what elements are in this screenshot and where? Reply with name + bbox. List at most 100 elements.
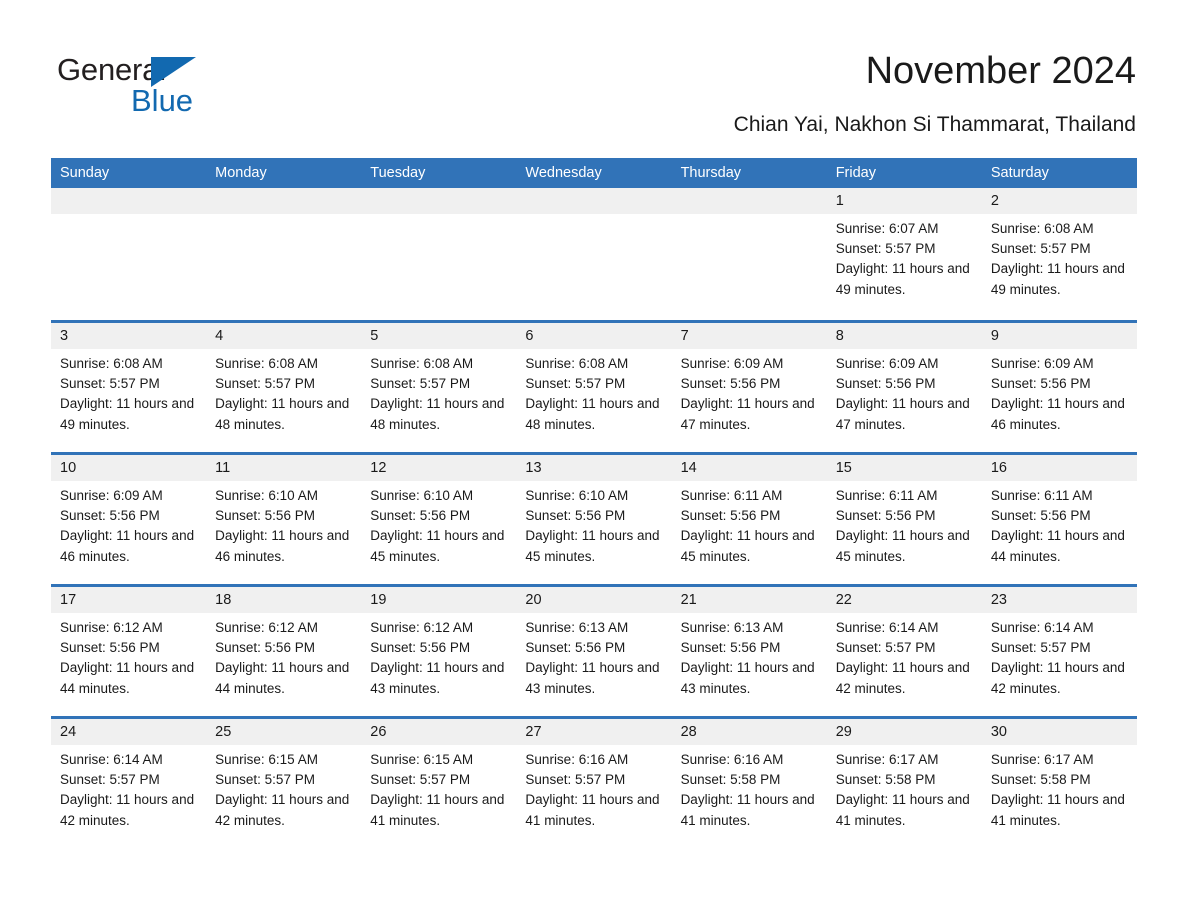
calendar-day-cell[interactable]: 8 Sunrise: 6:09 AM Sunset: 5:56 PM Dayli…	[826, 323, 982, 452]
daylight-text: Daylight: 11 hours and 41 minutes.	[835, 792, 970, 828]
sunset-text: Sunset: 5:57 PM	[370, 772, 471, 788]
daylight-text: Daylight: 11 hours and 47 minutes.	[835, 396, 970, 432]
day-details: Sunrise: 6:11 AM Sunset: 5:56 PM Dayligh…	[827, 481, 982, 567]
calendar-day-cell[interactable]: 17 Sunrise: 6:12 AM Sunset: 5:56 PM Dayl…	[51, 587, 207, 716]
calendar-day-cell[interactable]: 9 Sunrise: 6:09 AM Sunset: 5:56 PM Dayli…	[981, 323, 1137, 452]
calendar-day-cell[interactable]: 19 Sunrise: 6:12 AM Sunset: 5:56 PM Dayl…	[361, 587, 517, 716]
daylight-text: Daylight: 11 hours and 47 minutes.	[680, 396, 815, 432]
day-details: Sunrise: 6:09 AM Sunset: 5:56 PM Dayligh…	[672, 349, 827, 435]
sunset-text: Sunset: 5:57 PM	[60, 772, 160, 788]
calendar-day-cell[interactable]: 2 Sunrise: 6:08 AM Sunset: 5:57 PM Dayli…	[981, 188, 1137, 320]
calendar-day-cell[interactable]: 23 Sunrise: 6:14 AM Sunset: 5:57 PM Dayl…	[981, 587, 1137, 716]
day-number: 27	[516, 719, 672, 745]
day-number: 4	[206, 323, 362, 349]
weekday-header-wednesday: Wednesday	[525, 165, 602, 181]
day-number: 28	[671, 719, 827, 745]
sunrise-text: Sunrise: 6:10 AM	[370, 488, 474, 503]
daylight-text: Daylight: 11 hours and 42 minutes.	[60, 792, 195, 828]
day-details: Sunrise: 6:09 AM Sunset: 5:56 PM Dayligh…	[51, 481, 206, 567]
daylight-text: Daylight: 11 hours and 44 minutes.	[60, 660, 195, 696]
day-details: Sunrise: 6:10 AM Sunset: 5:56 PM Dayligh…	[206, 481, 361, 567]
sunrise-text: Sunrise: 6:11 AM	[835, 488, 938, 503]
daylight-text: Daylight: 11 hours and 43 minutes.	[370, 660, 505, 696]
calendar-day-cell[interactable]	[361, 188, 517, 320]
calendar-day-cell[interactable]	[516, 188, 672, 320]
day-number: 9	[981, 323, 1137, 349]
daylight-text: Daylight: 11 hours and 42 minutes.	[835, 660, 970, 696]
calendar-day-cell[interactable]	[206, 188, 362, 320]
sunset-text: Sunset: 5:57 PM	[835, 640, 936, 656]
sunset-text: Sunset: 5:57 PM	[215, 772, 315, 788]
day-details: Sunrise: 6:17 AM Sunset: 5:58 PM Dayligh…	[827, 745, 982, 831]
calendar-day-cell[interactable]: 14 Sunrise: 6:11 AM Sunset: 5:56 PM Dayl…	[671, 455, 827, 584]
daylight-text: Daylight: 11 hours and 45 minutes.	[525, 528, 660, 564]
sunset-text: Sunset: 5:58 PM	[835, 772, 936, 788]
sunset-text: Sunset: 5:56 PM	[680, 376, 781, 392]
calendar-day-cell[interactable]: 6 Sunrise: 6:08 AM Sunset: 5:57 PM Dayli…	[516, 323, 672, 452]
calendar-day-cell[interactable]: 18 Sunrise: 6:12 AM Sunset: 5:56 PM Dayl…	[206, 587, 362, 716]
calendar-day-cell[interactable]: 28 Sunrise: 6:16 AM Sunset: 5:58 PM Dayl…	[671, 719, 827, 848]
sunset-text: Sunset: 5:56 PM	[990, 376, 1091, 392]
day-number	[671, 188, 827, 214]
calendar-day-cell[interactable]: 15 Sunrise: 6:11 AM Sunset: 5:56 PM Dayl…	[826, 455, 982, 584]
daylight-text: Daylight: 11 hours and 44 minutes.	[215, 660, 350, 696]
sunset-text: Sunset: 5:56 PM	[60, 508, 160, 524]
calendar-day-cell[interactable]: 11 Sunrise: 6:10 AM Sunset: 5:56 PM Dayl…	[206, 455, 362, 584]
calendar-day-cell[interactable]: 29 Sunrise: 6:17 AM Sunset: 5:58 PM Dayl…	[826, 719, 982, 848]
day-number: 25	[206, 719, 362, 745]
calendar-day-cell[interactable]: 12 Sunrise: 6:10 AM Sunset: 5:56 PM Dayl…	[361, 455, 517, 584]
day-details: Sunrise: 6:08 AM Sunset: 5:57 PM Dayligh…	[51, 349, 206, 435]
sunrise-text: Sunrise: 6:12 AM	[215, 620, 318, 635]
sunset-text: Sunset: 5:57 PM	[835, 241, 936, 257]
sunset-text: Sunset: 5:56 PM	[680, 640, 781, 656]
calendar-day-cell[interactable]: 22 Sunrise: 6:14 AM Sunset: 5:57 PM Dayl…	[826, 587, 982, 716]
day-number: 20	[516, 587, 672, 613]
day-details: Sunrise: 6:15 AM Sunset: 5:57 PM Dayligh…	[361, 745, 516, 831]
daylight-text: Daylight: 11 hours and 43 minutes.	[525, 660, 660, 696]
daylight-text: Daylight: 11 hours and 49 minutes.	[990, 261, 1125, 297]
calendar-day-cell[interactable]: 3 Sunrise: 6:08 AM Sunset: 5:57 PM Dayli…	[51, 323, 207, 452]
day-number: 21	[671, 587, 827, 613]
calendar-day-cell[interactable]: 10 Sunrise: 6:09 AM Sunset: 5:56 PM Dayl…	[51, 455, 207, 584]
sunset-text: Sunset: 5:56 PM	[215, 640, 315, 656]
sunrise-text: Sunrise: 6:10 AM	[525, 488, 629, 503]
calendar-day-cell[interactable]	[671, 188, 827, 320]
sunset-text: Sunset: 5:56 PM	[525, 508, 626, 524]
calendar-day-cell[interactable]: 27 Sunrise: 6:16 AM Sunset: 5:57 PM Dayl…	[516, 719, 672, 848]
daylight-text: Daylight: 11 hours and 41 minutes.	[680, 792, 815, 828]
day-details: Sunrise: 6:15 AM Sunset: 5:57 PM Dayligh…	[206, 745, 361, 831]
daylight-text: Daylight: 11 hours and 41 minutes.	[525, 792, 660, 828]
sunset-text: Sunset: 5:56 PM	[525, 640, 626, 656]
sunrise-text: Sunrise: 6:14 AM	[990, 620, 1094, 635]
daylight-text: Daylight: 11 hours and 46 minutes.	[215, 528, 350, 564]
day-number: 29	[826, 719, 982, 745]
calendar-day-cell[interactable]: 13 Sunrise: 6:10 AM Sunset: 5:56 PM Dayl…	[516, 455, 672, 584]
sunrise-text: Sunrise: 6:17 AM	[990, 752, 1094, 767]
calendar-day-cell[interactable]: 1 Sunrise: 6:07 AM Sunset: 5:57 PM Dayli…	[826, 188, 982, 320]
day-details: Sunrise: 6:14 AM Sunset: 5:57 PM Dayligh…	[51, 745, 206, 831]
day-number: 22	[826, 587, 982, 613]
calendar-day-cell[interactable]: 26 Sunrise: 6:15 AM Sunset: 5:57 PM Dayl…	[361, 719, 517, 848]
sunrise-text: Sunrise: 6:09 AM	[680, 356, 784, 371]
calendar-day-cell[interactable]: 16 Sunrise: 6:11 AM Sunset: 5:56 PM Dayl…	[981, 455, 1137, 584]
daylight-text: Daylight: 11 hours and 48 minutes.	[215, 396, 350, 432]
calendar-day-cell[interactable]: 7 Sunrise: 6:09 AM Sunset: 5:56 PM Dayli…	[671, 323, 827, 452]
calendar-day-cell[interactable]: 24 Sunrise: 6:14 AM Sunset: 5:57 PM Dayl…	[51, 719, 207, 848]
calendar-page: General Blue November 2024 Chian Yai, Na…	[0, 0, 1188, 918]
day-details: Sunrise: 6:14 AM Sunset: 5:57 PM Dayligh…	[982, 613, 1137, 699]
sunset-text: Sunset: 5:57 PM	[525, 772, 626, 788]
calendar-day-cell[interactable]: 21 Sunrise: 6:13 AM Sunset: 5:56 PM Dayl…	[671, 587, 827, 716]
day-number: 14	[671, 455, 827, 481]
calendar-day-cell[interactable]: 4 Sunrise: 6:08 AM Sunset: 5:57 PM Dayli…	[206, 323, 362, 452]
calendar-day-cell[interactable]: 20 Sunrise: 6:13 AM Sunset: 5:56 PM Dayl…	[516, 587, 672, 716]
day-number: 16	[981, 455, 1137, 481]
day-details: Sunrise: 6:16 AM Sunset: 5:58 PM Dayligh…	[672, 745, 827, 831]
daylight-text: Daylight: 11 hours and 46 minutes.	[60, 528, 195, 564]
calendar-day-cell[interactable]: 5 Sunrise: 6:08 AM Sunset: 5:57 PM Dayli…	[361, 323, 517, 452]
daylight-text: Daylight: 11 hours and 44 minutes.	[990, 528, 1125, 564]
day-number	[206, 188, 362, 214]
calendar-day-cell[interactable]: 25 Sunrise: 6:15 AM Sunset: 5:57 PM Dayl…	[206, 719, 362, 848]
calendar-day-cell[interactable]: 30 Sunrise: 6:17 AM Sunset: 5:58 PM Dayl…	[981, 719, 1137, 848]
calendar-day-cell[interactable]	[51, 188, 207, 320]
weekday-header-saturday: Saturday	[990, 165, 1049, 181]
